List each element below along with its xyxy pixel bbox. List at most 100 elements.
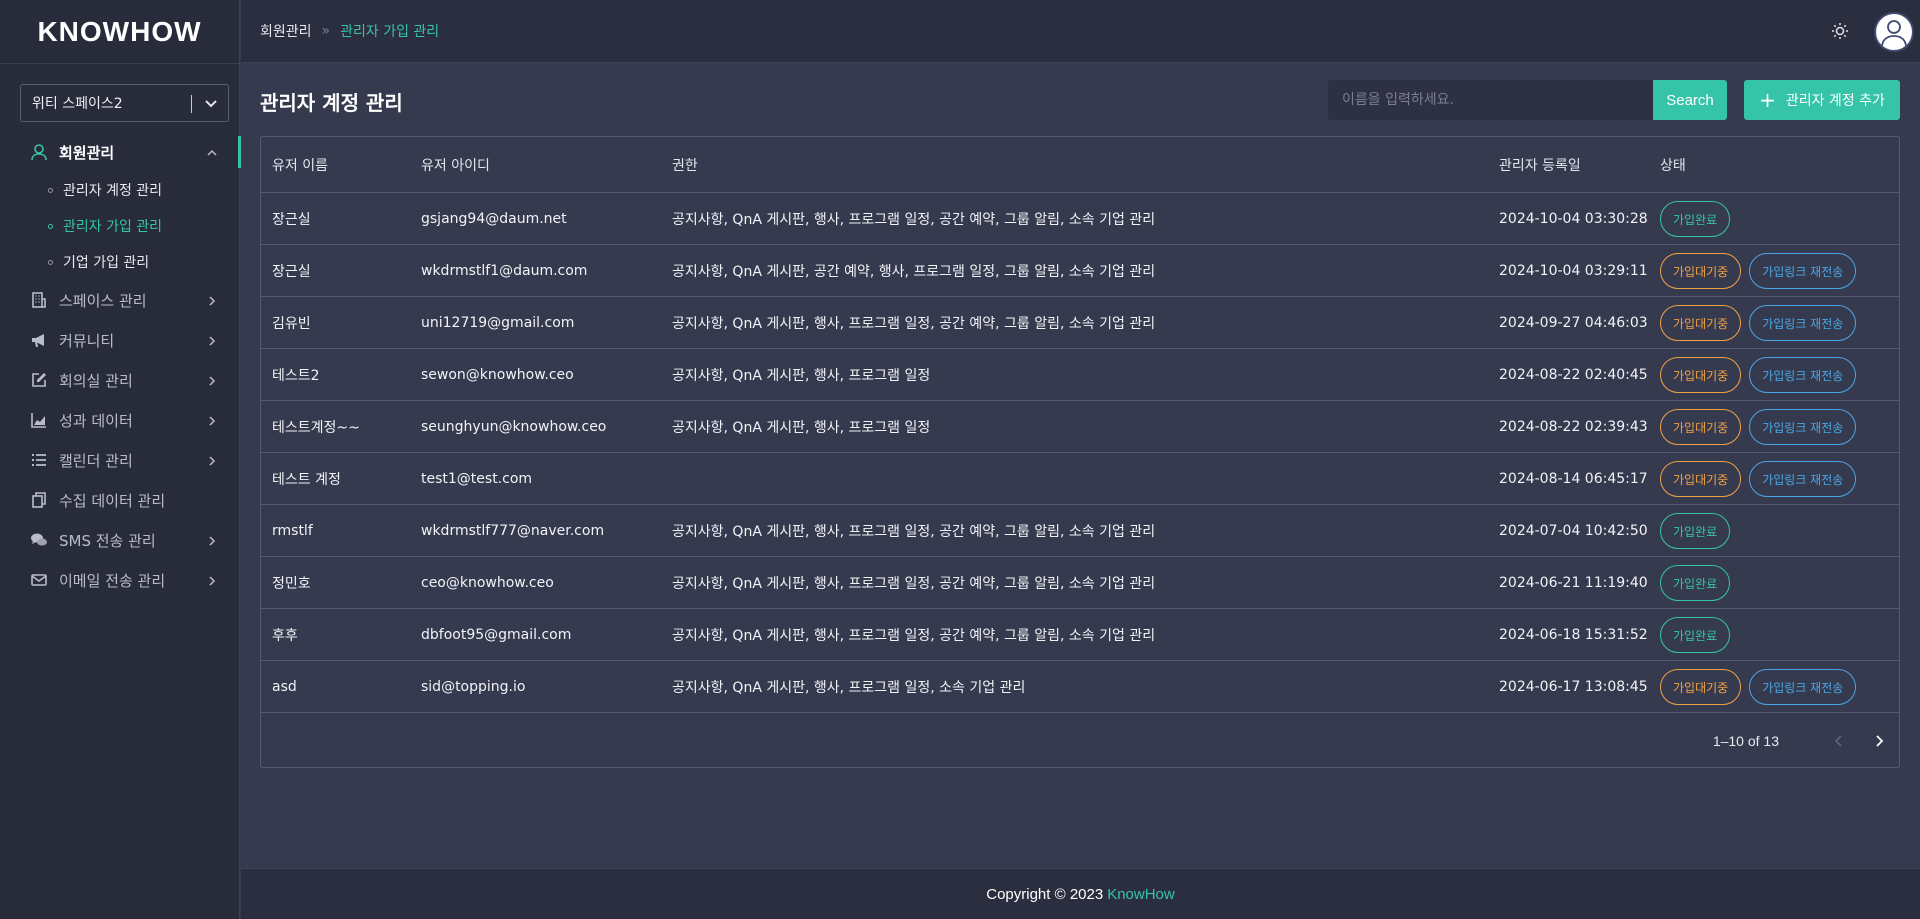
sidebar-item-label: SMS 전송 관리 <box>59 531 156 550</box>
sidebar-subitem-admin-signup[interactable]: 관리자 가입 관리 <box>0 208 240 244</box>
chevron-right-icon <box>206 453 218 471</box>
table-row[interactable]: 정민호 ceo@knowhow.ceo 공지사항, QnA 게시판, 행사, 프로그… <box>261 557 1899 609</box>
column-header-date[interactable]: 관리자 등록일 <box>1499 137 1581 193</box>
sidebar: KNOWHOW 위티 스페이스2 회원관리 관리자 계정 관리 관리자 가입 관… <box>0 0 241 919</box>
column-header-name[interactable]: 유저 이름 <box>272 137 328 193</box>
mail-icon <box>30 571 48 589</box>
cell-status: 가입대기중 가입링크 재전송 <box>1660 453 1864 505</box>
footer: Copyright © 2023 KnowHow <box>241 868 1920 919</box>
breadcrumb-current: 관리자 가입 관리 <box>340 24 440 40</box>
cell-user-id: dbfoot95@gmail.com <box>421 627 572 643</box>
sidebar-item-calendar[interactable]: 캘린더 관리 <box>0 440 240 480</box>
table-row[interactable]: 테스트 계정 test1@test.com 2024-08-14 06:45:17 가… <box>261 453 1899 505</box>
page-title: 관리자 계정 관리 <box>260 91 403 115</box>
sidebar-item-label: 성과 데이터 <box>59 411 133 430</box>
sidebar-item-member[interactable]: 회원관리 <box>0 132 241 172</box>
cell-user-id: ceo@knowhow.ceo <box>421 575 554 591</box>
bullet-icon <box>48 187 53 193</box>
table-row[interactable]: 장근실 wkdrmstlf1@daum.com 공지사항, QnA 게시판, 공간 … <box>261 245 1899 297</box>
column-header-id[interactable]: 유저 아이디 <box>421 137 490 193</box>
search-button[interactable]: Search <box>1653 80 1727 120</box>
sidebar-subitem-label: 관리자 가입 관리 <box>63 219 163 235</box>
add-admin-button[interactable]: + 관리자 계정 추가 <box>1744 80 1900 120</box>
cell-name: rmstlf <box>272 523 313 539</box>
cell-status: 가입대기중 가입링크 재전송 <box>1660 401 1864 453</box>
cell-name: 장근실 <box>272 264 311 280</box>
table-row[interactable]: asd sid@topping.io 공지사항, QnA 게시판, 행사, 프로그램… <box>261 661 1899 713</box>
column-header-permission[interactable]: 권한 <box>672 137 698 193</box>
status-badge: 가입완료 <box>1660 617 1731 653</box>
prev-page-icon[interactable] <box>1819 721 1859 761</box>
edit-icon <box>30 371 48 389</box>
table-row[interactable]: 후후 dbfoot95@gmail.com 공지사항, QnA 게시판, 행사, 프… <box>261 609 1899 661</box>
theme-toggle-sun-icon[interactable] <box>1830 21 1850 45</box>
cell-date: 2024-06-18 15:31:52 <box>1499 627 1648 643</box>
sidebar-item-space[interactable]: 스페이스 관리 <box>0 280 240 320</box>
status-badge: 가입완료 <box>1660 513 1731 549</box>
avatar[interactable] <box>1874 12 1914 52</box>
chevron-up-icon <box>206 145 218 163</box>
table-header-row: 유저 이름 유저 아이디 권한 관리자 등록일 상태 <box>261 137 1899 193</box>
cell-date: 2024-08-14 06:45:17 <box>1499 471 1648 487</box>
sidebar-item-label: 회원관리 <box>59 143 115 162</box>
table-row[interactable]: 장근실 gsjang94@daum.net 공지사항, QnA 게시판, 행사, 프… <box>261 193 1899 245</box>
sidebar-item-collected-data[interactable]: 수집 데이터 관리 <box>0 480 240 520</box>
sidebar-item-label: 이메일 전송 관리 <box>59 571 166 590</box>
cell-status: 가입완료 <box>1660 557 1738 609</box>
select-divider <box>191 95 192 113</box>
footer-brand-link[interactable]: KnowHow <box>1107 886 1175 903</box>
cell-status: 가입대기중 가입링크 재전송 <box>1660 661 1864 713</box>
cell-status: 가입대기중 가입링크 재전송 <box>1660 297 1864 349</box>
cell-permission: 공지사항, QnA 게시판, 행사, 프로그램 일정, 소속 기업 관리 <box>672 680 1026 696</box>
resend-link-button[interactable]: 가입링크 재전송 <box>1749 305 1857 341</box>
status-badge: 가입대기중 <box>1660 409 1742 445</box>
cell-status: 가입대기중 가입링크 재전송 <box>1660 349 1864 401</box>
table-row[interactable]: 김유빈 uni12719@gmail.com 공지사항, QnA 게시판, 행사, … <box>261 297 1899 349</box>
building-icon <box>30 291 48 309</box>
chevron-down-icon[interactable] <box>203 95 219 115</box>
table-row[interactable]: 테스트계정~~ seunghyun@knowhow.ceo 공지사항, QnA 게시… <box>261 401 1899 453</box>
next-page-icon[interactable] <box>1859 721 1899 761</box>
table-body: 장근실 gsjang94@daum.net 공지사항, QnA 게시판, 행사, 프… <box>261 193 1899 713</box>
cell-name: 테스트계정~~ <box>272 420 360 436</box>
resend-link-button[interactable]: 가입링크 재전송 <box>1749 357 1857 393</box>
cell-permission: 공지사항, QnA 게시판, 행사, 프로그램 일정 <box>672 420 931 436</box>
workspace-select-value: 위티 스페이스2 <box>32 96 123 112</box>
sidebar-item-sms[interactable]: SMS 전송 관리 <box>0 520 240 560</box>
search-input[interactable] <box>1328 80 1653 120</box>
resend-link-button[interactable]: 가입링크 재전송 <box>1749 409 1857 445</box>
cell-name: 테스트2 <box>272 368 320 384</box>
workspace-select[interactable]: 위티 스페이스2 <box>20 84 229 122</box>
sidebar-item-email[interactable]: 이메일 전송 관리 <box>0 560 240 600</box>
column-header-status[interactable]: 상태 <box>1660 137 1686 193</box>
cell-name: 정민호 <box>272 576 311 592</box>
breadcrumb-separator: » <box>321 23 331 39</box>
table-row[interactable]: rmstlf wkdrmstlf777@naver.com 공지사항, QnA 게시… <box>261 505 1899 557</box>
sidebar-item-community[interactable]: 커뮤니티 <box>0 320 240 360</box>
sidebar-item-performance[interactable]: 성과 데이터 <box>0 400 240 440</box>
cell-date: 2024-06-17 13:08:45 <box>1499 679 1648 695</box>
status-badge: 가입완료 <box>1660 201 1731 237</box>
cell-permission: 공지사항, QnA 게시판, 공간 예약, 행사, 프로그램 일정, 그룹 알림… <box>672 264 1156 280</box>
cell-user-id: uni12719@gmail.com <box>421 315 575 331</box>
bullet-icon <box>48 259 53 265</box>
resend-link-button[interactable]: 가입링크 재전송 <box>1749 253 1857 289</box>
cell-permission: 공지사항, QnA 게시판, 행사, 프로그램 일정, 공간 예약, 그룹 알림… <box>672 524 1156 540</box>
table-row[interactable]: 테스트2 sewon@knowhow.ceo 공지사항, QnA 게시판, 행사, … <box>261 349 1899 401</box>
sidebar-nav: 회원관리 관리자 계정 관리 관리자 가입 관리 기업 가입 관리 스페이스 관… <box>0 132 241 600</box>
cell-date: 2024-10-04 03:30:28 <box>1499 211 1648 227</box>
chevron-right-icon <box>206 413 218 431</box>
app-logo[interactable]: KNOWHOW <box>0 0 239 64</box>
resend-link-button[interactable]: 가입링크 재전송 <box>1749 461 1857 497</box>
sidebar-item-meeting-room[interactable]: 회의실 관리 <box>0 360 240 400</box>
sidebar-subitem-company-signup[interactable]: 기업 가입 관리 <box>0 244 240 280</box>
bullet-icon <box>48 223 53 229</box>
cell-status: 가입완료 <box>1660 505 1738 557</box>
cell-status: 가입대기중 가입링크 재전송 <box>1660 245 1864 297</box>
cell-date: 2024-09-27 04:46:03 <box>1499 315 1648 331</box>
cell-date: 2024-07-04 10:42:50 <box>1499 523 1648 539</box>
sidebar-subitem-admin-accounts[interactable]: 관리자 계정 관리 <box>0 172 240 208</box>
cell-user-id: sid@topping.io <box>421 679 526 695</box>
resend-link-button[interactable]: 가입링크 재전송 <box>1749 669 1857 705</box>
breadcrumb-parent[interactable]: 회원관리 <box>260 21 312 41</box>
